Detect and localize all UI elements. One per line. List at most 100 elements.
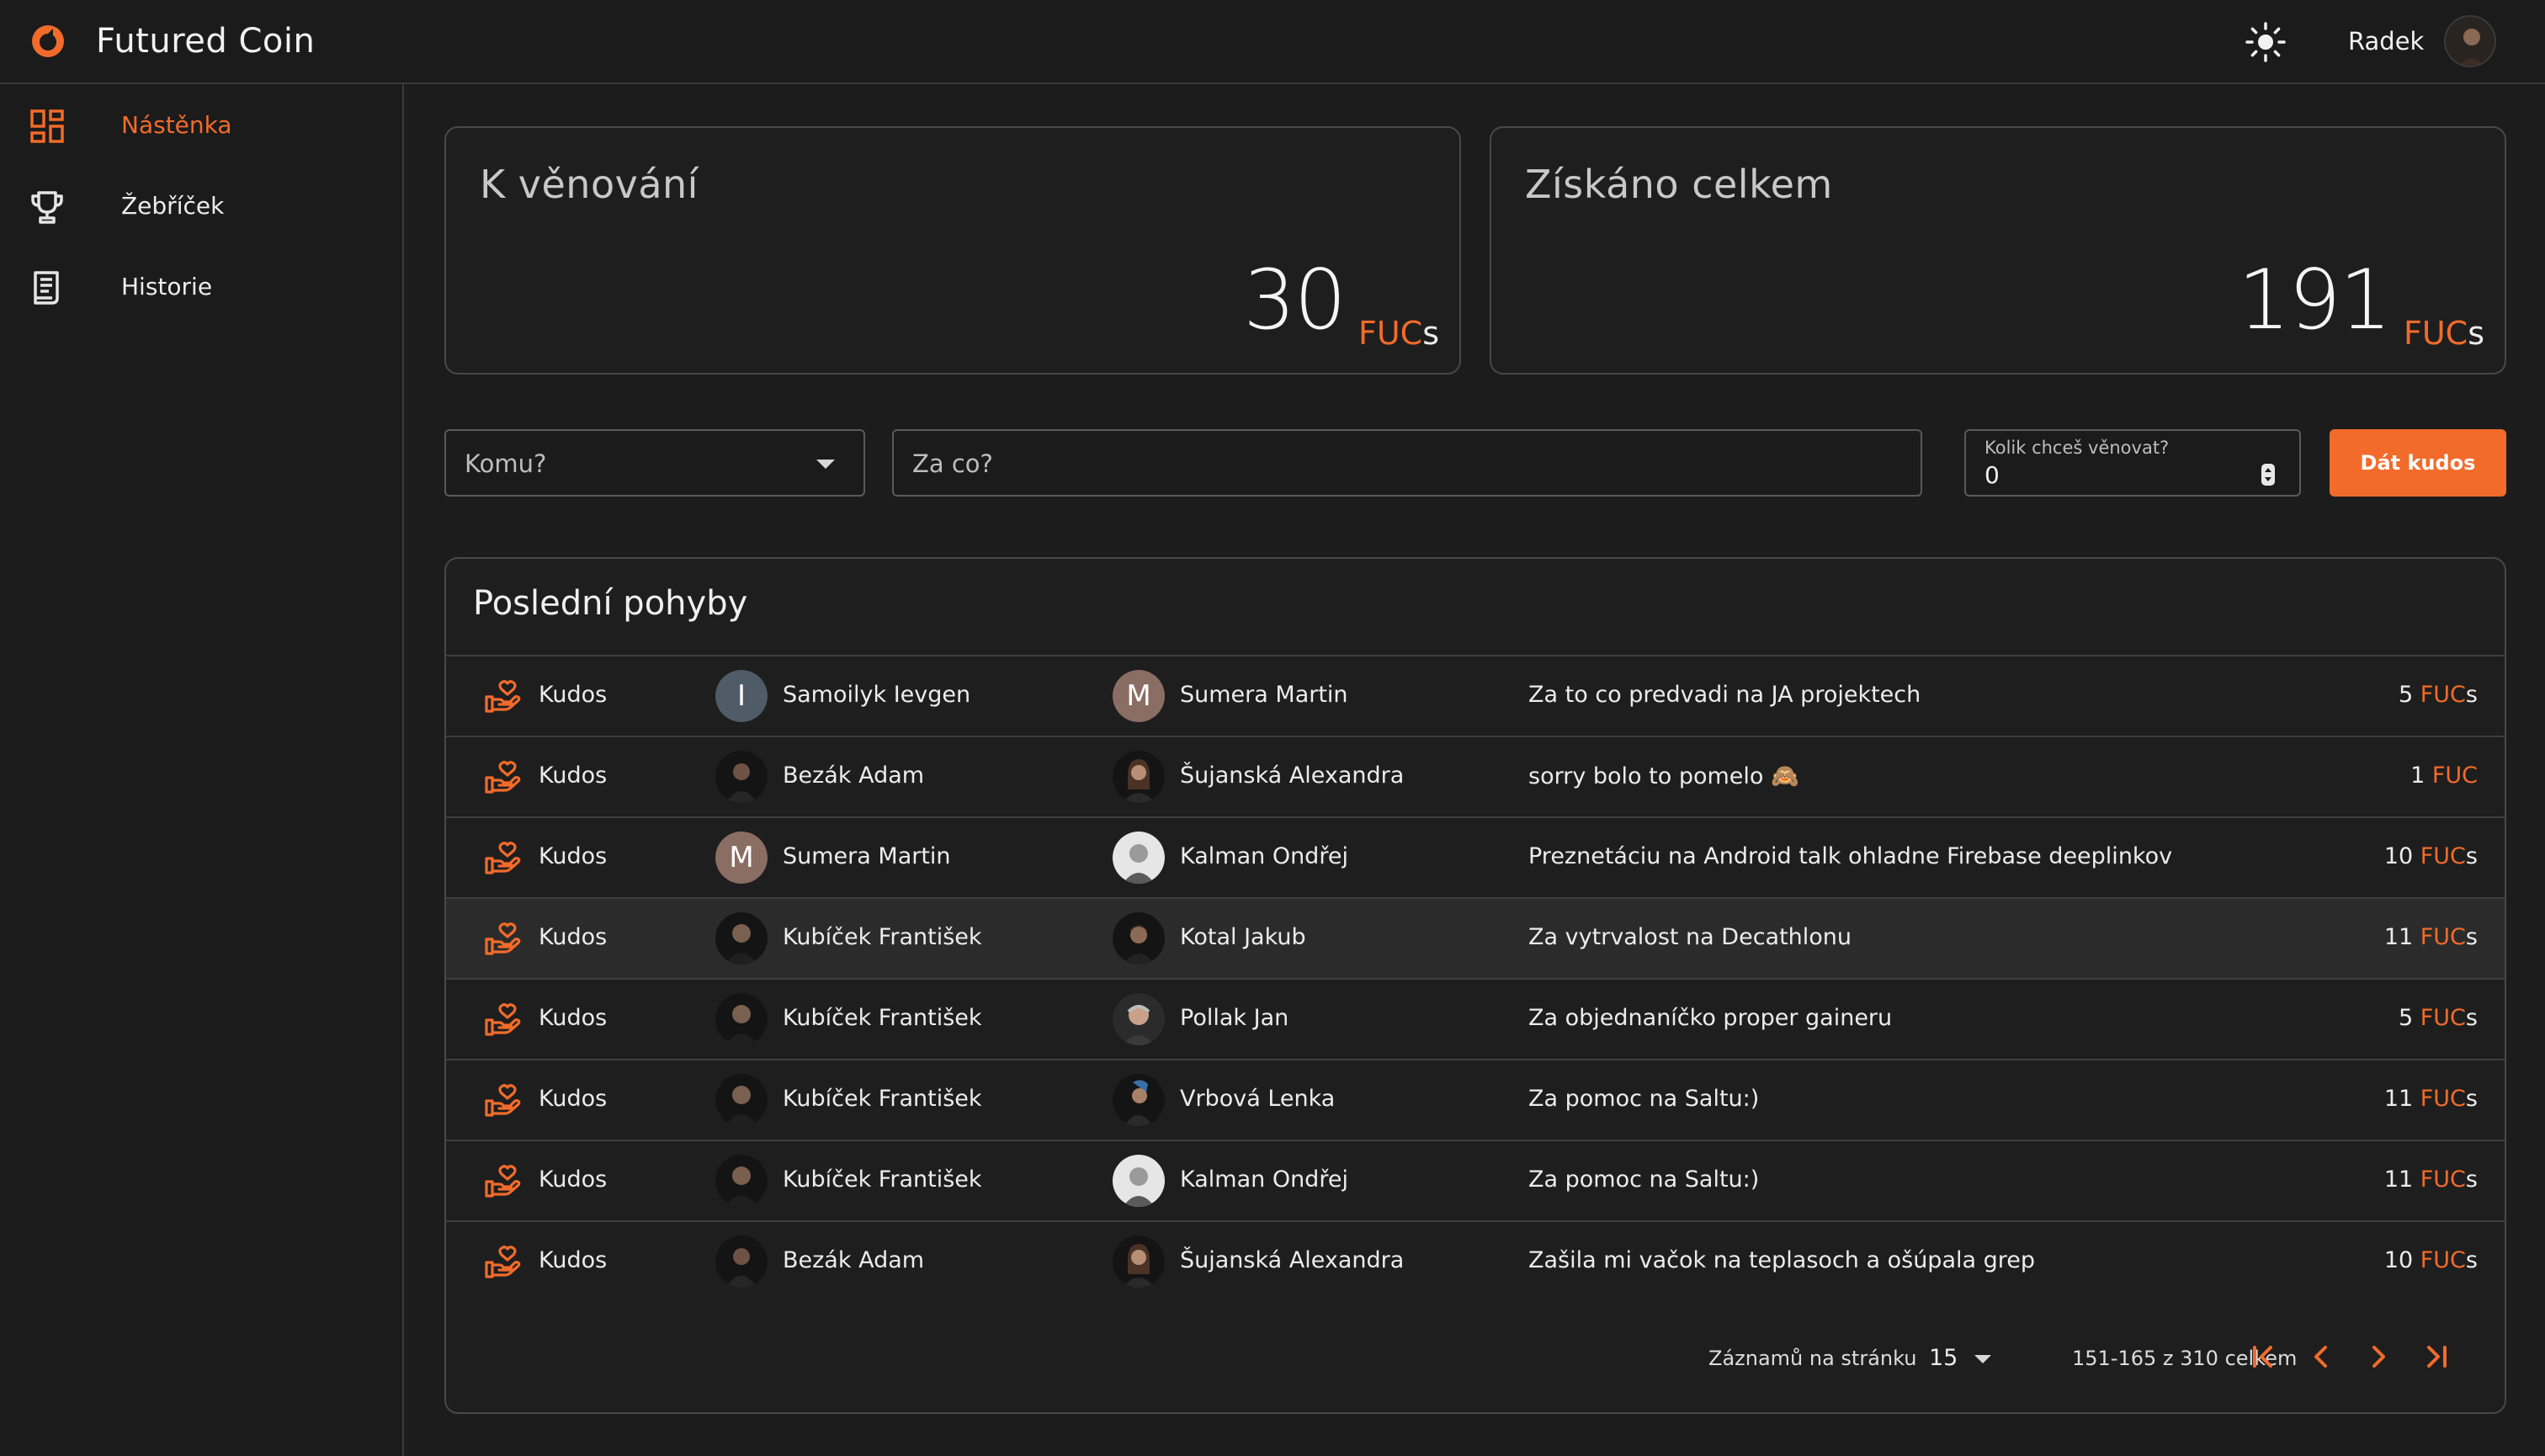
trophy-icon	[31, 191, 63, 224]
sender-name: Sumera Martin	[783, 843, 951, 869]
received-card: Získáno celkem 191 FUCs	[1490, 126, 2506, 375]
stat-title: K věnování	[480, 162, 699, 207]
give-kudos-button[interactable]: Dát kudos	[2330, 429, 2506, 497]
avatar	[715, 751, 768, 803]
rows-per-page-select[interactable]: 15	[1929, 1345, 1958, 1371]
transaction-type: Kudos	[539, 843, 608, 869]
avatar	[715, 1074, 768, 1126]
number-spinner-icon[interactable]	[2261, 463, 2276, 486]
recipient-name: Kalman Ondřej	[1180, 843, 1348, 869]
username[interactable]: Radek	[2348, 27, 2424, 56]
kudos-reason: Za objednaníčko proper gaineru	[1528, 1005, 1893, 1031]
kudos-amount: 11 FUCs	[2383, 924, 2478, 950]
kudos-amount: 5 FUCs	[2398, 682, 2478, 708]
sidebar-item-leaderboard[interactable]: Žebříček	[0, 167, 402, 247]
sender-name: Samoilyk Ievgen	[783, 682, 971, 708]
to-give-card: K věnování 30 FUCs	[444, 126, 1461, 375]
app-title: Futured Coin	[96, 22, 316, 61]
kudos-hand-heart-icon	[485, 842, 521, 874]
kudos-amount: 10 FUCs	[2383, 1247, 2478, 1273]
table-row[interactable]: Kudos Kubíček František Kalman Ondřej Za…	[446, 1141, 2505, 1222]
last-page-icon[interactable]	[2417, 1338, 2454, 1375]
amount-label: Kolik chceš věnovat?	[1984, 438, 2170, 458]
kudos-reason: Preznetáciu na Android talk ohladne Fire…	[1528, 843, 2173, 869]
stat-unit: FUCs	[2403, 315, 2484, 352]
reason-placeholder: Za co?	[912, 449, 993, 478]
stat-title: Získáno celkem	[1525, 162, 1833, 207]
recipient-name: Kotal Jakub	[1180, 924, 1306, 950]
table-row[interactable]: Kudos Kubíček František Pollak Jan Za ob…	[446, 980, 2505, 1060]
table-row[interactable]: Kudos Kubíček František Kotal Jakub Za v…	[446, 899, 2505, 980]
table-row[interactable]: Kudos M Sumera Martin Kalman Ondřej Prez…	[446, 818, 2505, 899]
kudos-hand-heart-icon	[485, 1246, 521, 1278]
avatar	[715, 1155, 768, 1207]
sidebar-item-label: Historie	[121, 273, 213, 300]
recent-activity-panel: Poslední pohyby Kudos I Samoilyk Ievgen …	[444, 557, 2506, 1414]
stat-value: 30	[1243, 252, 1347, 348]
recipient-name: Kalman Ondřej	[1180, 1166, 1348, 1193]
table-row[interactable]: Kudos Bezák Adam Šujanská Alexandra sorr…	[446, 737, 2505, 818]
kudos-amount: 1 FUC	[2410, 763, 2478, 789]
avatar	[1113, 912, 1165, 964]
kudos-reason: Za pomoc na Saltu:)	[1528, 1086, 1760, 1112]
avatar	[715, 993, 768, 1045]
avatar	[1113, 1155, 1165, 1207]
avatar	[1113, 1074, 1165, 1126]
table-row[interactable]: Kudos Kubíček František Vrbová Lenka Za …	[446, 1060, 2505, 1141]
stat-value: 191	[2237, 252, 2392, 348]
avatar: I	[715, 670, 768, 722]
first-page-icon[interactable]	[2245, 1338, 2282, 1375]
sender-name: Bezák Adam	[783, 763, 925, 789]
avatar	[1113, 751, 1165, 803]
chevron-down-icon[interactable]	[1974, 1355, 1991, 1363]
kudos-amount: 11 FUCs	[2383, 1166, 2478, 1193]
transaction-type: Kudos	[539, 1247, 608, 1273]
kudos-reason: Za pomoc na Saltu:)	[1528, 1166, 1760, 1193]
amount-value: 0	[1984, 461, 2000, 489]
avatar: M	[715, 832, 768, 884]
avatar	[1113, 1235, 1165, 1288]
sun-icon[interactable]	[2244, 20, 2287, 64]
dashboard-icon	[30, 109, 64, 143]
transaction-type: Kudos	[539, 924, 608, 950]
transaction-type: Kudos	[539, 1005, 608, 1031]
kudos-amount: 10 FUCs	[2383, 843, 2478, 869]
avatar	[1113, 832, 1165, 884]
transaction-type: Kudos	[539, 682, 608, 708]
kudos-hand-heart-icon	[485, 922, 521, 955]
kudos-hand-heart-icon	[485, 761, 521, 794]
recipient-name: Vrbová Lenka	[1180, 1086, 1336, 1112]
pagination-bar: Záznamů na stránku 15 151-165 z 310 celk…	[446, 1298, 2505, 1412]
main-content: K věnování 30 FUCs Získáno celkem 191 FU…	[404, 84, 2545, 1456]
transaction-type: Kudos	[539, 1166, 608, 1193]
panel-title: Poslední pohyby	[473, 584, 748, 623]
activity-table[interactable]: Kudos I Samoilyk Ievgen M Sumera Martin …	[446, 655, 2505, 1298]
stat-unit: FUCs	[1358, 315, 1439, 352]
kudos-hand-heart-icon	[485, 1165, 521, 1198]
recipient-select[interactable]: Komu?	[444, 429, 865, 497]
sidebar-item-dashboard[interactable]: Nástěnka	[0, 86, 402, 167]
next-page-icon[interactable]	[2360, 1338, 2397, 1375]
futured-coin-logo[interactable]	[30, 24, 66, 59]
reason-input[interactable]: Za co?	[892, 429, 1922, 497]
sidebar: Nástěnka Žebříček Historie	[0, 84, 404, 1456]
kudos-amount: 11 FUCs	[2383, 1086, 2478, 1112]
transaction-type: Kudos	[539, 1086, 608, 1112]
recipient-name: Šujanská Alexandra	[1180, 763, 1405, 789]
table-row[interactable]: Kudos I Samoilyk Ievgen M Sumera Martin …	[446, 656, 2505, 737]
user-avatar[interactable]	[2444, 15, 2496, 67]
kudos-hand-heart-icon	[485, 1084, 521, 1117]
amount-input[interactable]: Kolik chceš věnovat? 0	[1964, 429, 2301, 497]
rows-per-page-label: Záznamů na stránku	[1708, 1347, 1917, 1370]
sidebar-item-label: Žebříček	[121, 192, 225, 220]
receipt-icon	[34, 271, 59, 305]
prev-page-icon[interactable]	[2303, 1338, 2340, 1375]
sidebar-item-history[interactable]: Historie	[0, 247, 402, 328]
kudos-hand-heart-icon	[485, 1003, 521, 1036]
avatar	[715, 912, 768, 964]
sender-name: Kubíček František	[783, 1005, 982, 1031]
top-bar: Futured Coin Radek	[0, 0, 2545, 84]
sender-name: Kubíček František	[783, 1166, 982, 1193]
table-row[interactable]: Kudos Bezák Adam Šujanská Alexandra Zaši…	[446, 1222, 2505, 1298]
sender-name: Kubíček František	[783, 924, 982, 950]
